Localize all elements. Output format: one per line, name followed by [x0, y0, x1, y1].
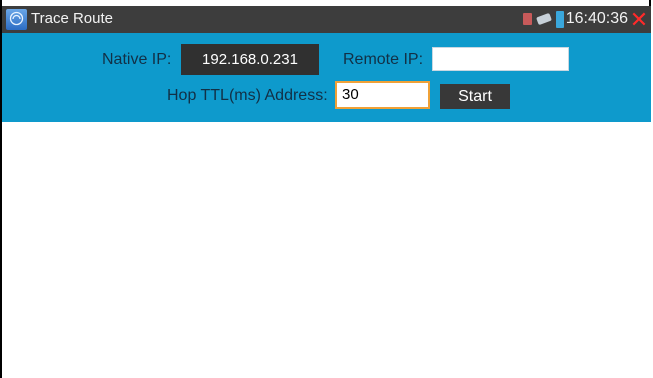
hop-ttl-label: Hop TTL(ms) Address:: [167, 87, 328, 104]
native-ip-label: Native IP:: [102, 51, 172, 68]
native-ip-field: 192.168.0.231: [181, 44, 319, 75]
remote-ip-label: Remote IP:: [343, 51, 424, 68]
usb-icon: [536, 12, 552, 26]
start-button[interactable]: Start: [440, 84, 510, 109]
app-icon: [6, 9, 27, 30]
battery-icon: [556, 11, 564, 28]
title-bar: Trace Route 16:40:36 ✕: [2, 6, 651, 33]
trace-route-toolbar: Native IP: 192.168.0.231 Remote IP: Hop …: [2, 33, 651, 122]
clock: 16:40:36: [565, 10, 628, 27]
results-area: [2, 122, 651, 378]
hop-ttl-input[interactable]: 30: [335, 81, 430, 109]
close-icon[interactable]: ✕: [629, 9, 649, 31]
sim-card-icon: [523, 13, 532, 25]
remote-ip-input[interactable]: [432, 47, 569, 71]
window-title: Trace Route: [31, 10, 113, 27]
